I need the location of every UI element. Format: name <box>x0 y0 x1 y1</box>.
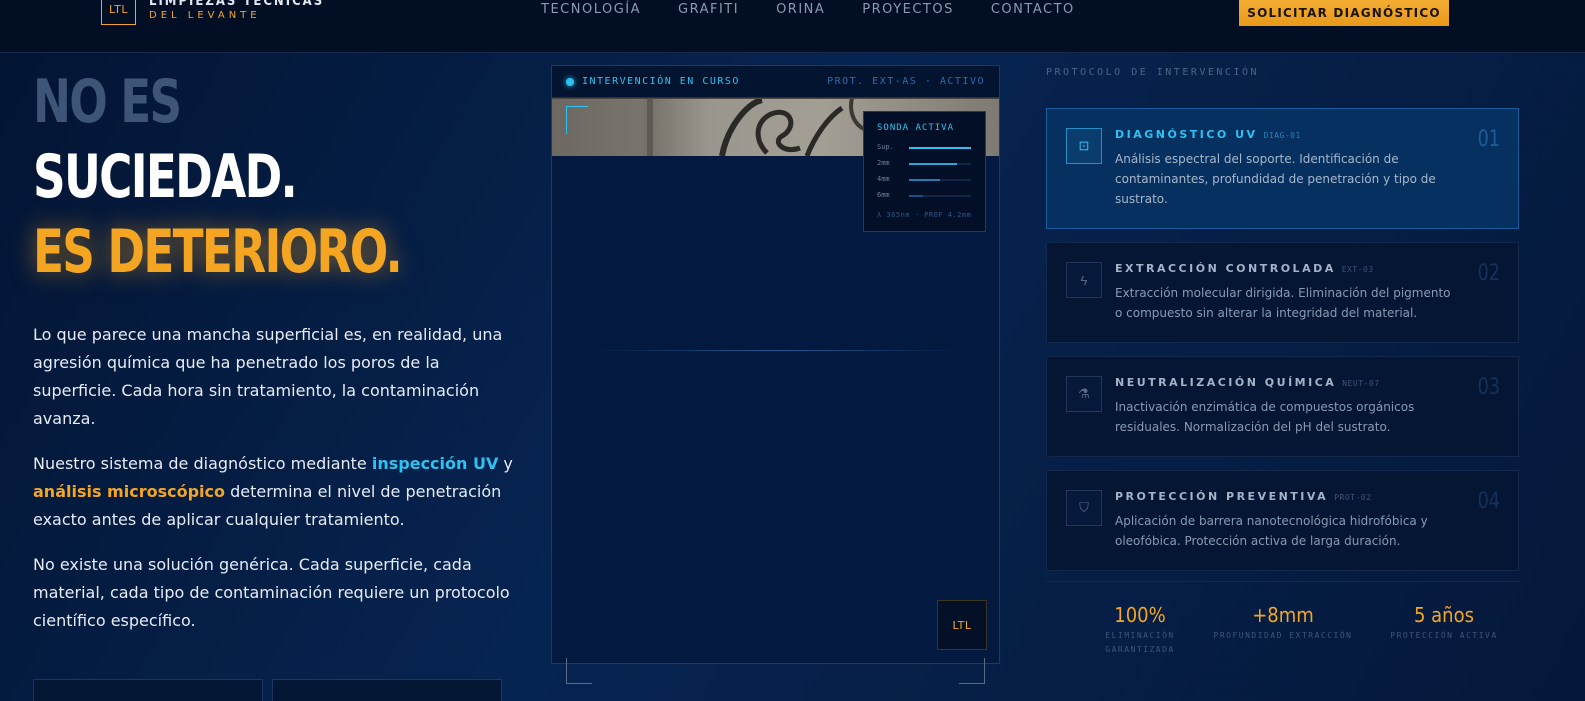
probe-depth-label: 6mm <box>877 191 890 199</box>
probe-depth-label: 4mm <box>877 175 890 183</box>
protocol-step-code: EXT-03 <box>1341 265 1374 274</box>
probe-row: 4mm <box>877 175 977 185</box>
stat-protection: 5 años PROTECCIÓN ACTIVA <box>1364 603 1524 643</box>
live-status-dot-icon <box>566 78 574 86</box>
protocol-step-description: Extracción molecular dirigida. Eliminaci… <box>1115 286 1451 320</box>
hero-paragraph-1: Lo que parece una mancha superficial es,… <box>33 325 503 428</box>
main-nav: TECNOLOGÍA GRAFITI ORINA PROYECTOS CONTA… <box>541 2 1075 17</box>
scan-frame-corner-top-left <box>566 106 588 134</box>
top-navigation-bar: LTL LIMPIEZAS TÉCNICAS DEL LEVANTE TECNO… <box>0 0 1585 53</box>
protocol-step-description: Inactivación enzimática de compuestos or… <box>1115 400 1415 434</box>
feature-card-1[interactable] <box>33 679 263 701</box>
probe-row: 2mm <box>877 159 977 169</box>
probe-depth-label: Sup. <box>877 143 894 151</box>
para2-text-start: Nuestro sistema de diagnóstico mediante <box>33 454 372 473</box>
protocol-section-title: PROTOCOLO DE INTERVENCIÓN <box>1046 67 1260 78</box>
scan-line <box>592 350 962 351</box>
probe-row: 6mm <box>877 191 977 201</box>
protocol-step-code: NEUT-07 <box>1342 379 1380 388</box>
stat-extraction-depth: +8mm PROFUNDIDAD EXTRACCIÓN <box>1203 603 1363 643</box>
nav-link-tecnologia[interactable]: TECNOLOGÍA <box>541 2 641 17</box>
panel-header: INTERVENCIÓN EN CURSO PROT. EXT-AS · ACT… <box>552 66 999 98</box>
protocol-step-number: 04 <box>1477 489 1500 514</box>
protocol-step-description: Análisis espectral del soporte. Identifi… <box>1115 152 1436 206</box>
protocol-status: PROT. EXT-AS · ACTIVO <box>827 76 985 87</box>
protocol-step-number: 03 <box>1477 375 1500 400</box>
stats-divider <box>1046 581 1519 582</box>
logo-mark[interactable]: LTL <box>101 0 136 25</box>
protocol-step-neutralizacion-quimica[interactable]: ⚗ NEUTRALIZACIÓN QUÍMICA NEUT-07 Inactiva… <box>1046 356 1519 457</box>
hero-paragraph-2: Nuestro sistema de diagnóstico mediante … <box>33 450 513 534</box>
protocol-step-description: Aplicación de barrera nanotecnológica hi… <box>1115 514 1428 548</box>
probe-level-bar <box>909 163 958 165</box>
protocol-step-number: 02 <box>1477 261 1500 286</box>
hero-title-line1: NO ES <box>33 67 182 137</box>
protocol-step-code: PROT-02 <box>1334 493 1372 502</box>
active-probe-readout: SONDA ACTIVA Sup. 2mm 4mm 6mm λ 365nm · … <box>863 111 986 232</box>
panel-logo-badge: LTL <box>937 600 987 650</box>
hero-title-line2: SUCIEDAD. <box>33 142 298 212</box>
highlight-uv-inspection: inspección UV <box>371 454 499 473</box>
probe-row: Sup. <box>877 143 977 153</box>
para2-text-middle: y <box>498 454 513 473</box>
protocol-step-extraccion-controlada[interactable]: ϟ EXTRACCIÓN CONTROLADA EXT-03 Extracción… <box>1046 242 1519 343</box>
protocol-step-proteccion-preventiva[interactable]: ⛉ PROTECCIÓN PREVENTIVA PROT-02 Aplicació… <box>1046 470 1519 571</box>
nav-link-proyectos[interactable]: PROYECTOS <box>862 2 954 17</box>
probe-level-bar <box>909 147 971 149</box>
nav-link-contacto[interactable]: CONTACTO <box>991 2 1075 17</box>
probe-depth-label: 2mm <box>877 159 890 167</box>
stat-label: ELIMINACIÓN GARANTIZADA <box>1105 631 1175 654</box>
stat-label: PROFUNDIDAD EXTRACCIÓN <box>1213 631 1353 640</box>
hero-paragraph-3: No existe una solución genérica. Cada su… <box>33 555 510 630</box>
probe-title: SONDA ACTIVA <box>877 123 955 133</box>
scan-frame-corner-bottom-left <box>566 658 592 684</box>
nav-link-orina[interactable]: ORINA <box>776 2 825 17</box>
probe-level-bar <box>909 179 940 181</box>
highlight-microscopic-analysis: análisis microscópico <box>33 482 225 501</box>
stat-value: 5 años <box>1414 603 1474 627</box>
intervention-status: INTERVENCIÓN EN CURSO <box>582 76 740 87</box>
brand-name[interactable]: LIMPIEZAS TÉCNICAS <box>149 0 324 9</box>
probe-level-bar <box>909 195 923 197</box>
request-diagnosis-button[interactable]: SOLICITAR DIAGNÓSTICO <box>1239 0 1449 26</box>
protocol-step-title: NEUTRALIZACIÓN QUÍMICA NEUT-07 <box>1115 376 1380 389</box>
stat-elimination: 100% ELIMINACIÓN GARANTIZADA <box>1060 603 1220 657</box>
stat-value: +8mm <box>1252 603 1314 627</box>
protocol-step-title: PROTECCIÓN PREVENTIVA PROT-02 <box>1115 490 1372 503</box>
stat-value: 100% <box>1114 603 1166 627</box>
brand-tagline: DEL LEVANTE <box>149 10 261 21</box>
protocol-step-number: 01 <box>1477 127 1500 152</box>
nav-link-grafiti[interactable]: GRAFITI <box>678 2 739 17</box>
stat-label: PROTECCIÓN ACTIVA <box>1390 631 1498 640</box>
protocol-step-diagnostico-uv[interactable]: ⊡ DIAGNÓSTICO UV DIAG-01 Análisis espectr… <box>1046 108 1519 229</box>
protocol-step-code: DIAG-01 <box>1263 131 1301 140</box>
protocol-step-title: EXTRACCIÓN CONTROLADA EXT-03 <box>1115 262 1374 275</box>
feature-card-2[interactable] <box>272 679 502 701</box>
shield-icon: ⛉ <box>1066 490 1102 526</box>
bolt-icon: ϟ <box>1066 262 1102 298</box>
protocol-step-title: DIAGNÓSTICO UV DIAG-01 <box>1115 128 1301 141</box>
hero-title-line3: ES DETERIORO. <box>33 217 403 287</box>
flask-icon: ⚗ <box>1066 376 1102 412</box>
probe-wavelength-readout: λ 365nm · PROF 4.2mm <box>877 211 972 219</box>
photo-edge <box>552 98 999 99</box>
scan-icon: ⊡ <box>1066 128 1102 164</box>
scan-frame-corner-bottom-right <box>959 658 985 684</box>
